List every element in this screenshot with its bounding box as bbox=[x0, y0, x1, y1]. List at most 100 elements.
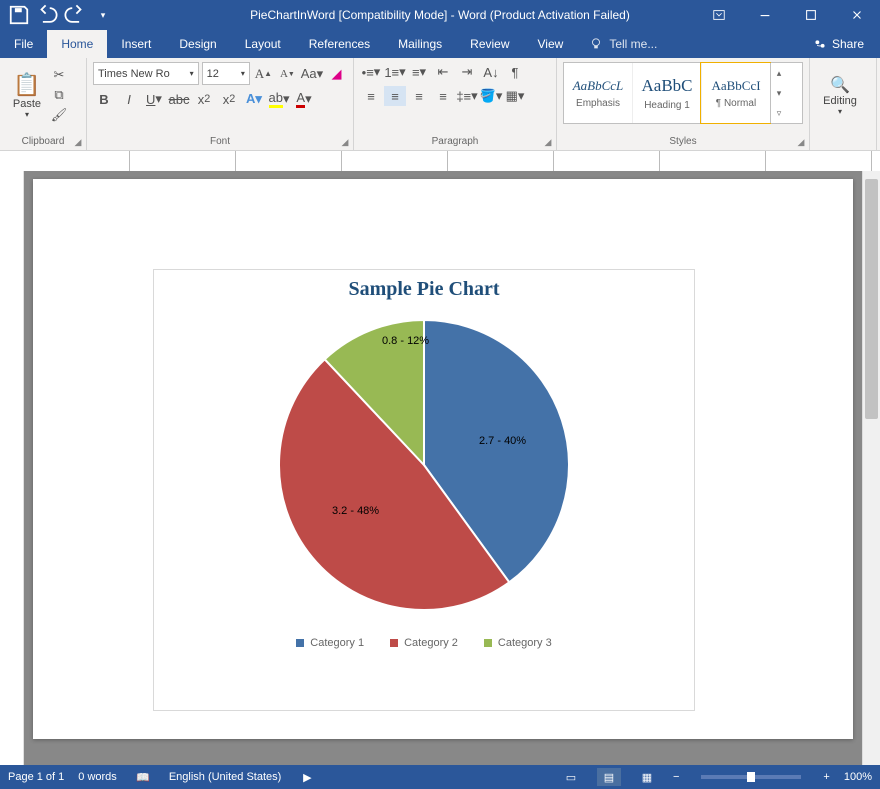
styles-gallery[interactable]: AaBbCcLEmphasisAaBbCHeading 1AaBbCcI¶ No… bbox=[563, 62, 803, 124]
redo-icon[interactable] bbox=[64, 4, 86, 26]
tab-insert[interactable]: Insert bbox=[107, 30, 165, 58]
align-left-icon: ≡ bbox=[367, 89, 375, 104]
document-area: Sample Pie Chart 2.7 - 40%3.2 - 48%0.8 -… bbox=[0, 151, 880, 765]
tab-file[interactable]: File bbox=[0, 30, 47, 58]
bullets-button[interactable]: •≡▾ bbox=[360, 62, 382, 82]
tab-review[interactable]: Review bbox=[456, 30, 523, 58]
strikethrough-button[interactable]: abc bbox=[168, 89, 190, 109]
styles-scroll-button[interactable]: ▴ bbox=[771, 63, 787, 83]
increase-indent-button[interactable]: ⇥ bbox=[456, 62, 478, 82]
tell-me-search[interactable]: Tell me... bbox=[589, 37, 657, 51]
styles-scroll-button[interactable]: ▿ bbox=[771, 103, 787, 123]
horizontal-ruler[interactable] bbox=[24, 151, 880, 172]
read-mode-button[interactable]: ▭ bbox=[559, 768, 583, 786]
italic-button[interactable]: I bbox=[118, 89, 140, 109]
cut-button[interactable]: ✂ bbox=[48, 65, 70, 85]
style-item[interactable]: AaBbCcI¶ Normal bbox=[701, 63, 770, 123]
save-icon[interactable] bbox=[8, 4, 30, 26]
decrease-indent-button[interactable]: ⇤ bbox=[432, 62, 454, 82]
share-button[interactable]: Share bbox=[803, 30, 874, 58]
minimize-button[interactable] bbox=[742, 0, 788, 30]
superscript-button[interactable]: x2 bbox=[218, 89, 240, 109]
paragraph-dialog-launcher[interactable]: ◢ bbox=[542, 136, 554, 148]
format-painter-button[interactable]: 🖌 bbox=[48, 105, 70, 125]
numbering-button[interactable]: 1≡▾ bbox=[384, 62, 406, 82]
maximize-button[interactable] bbox=[788, 0, 834, 30]
ribbon-options-icon[interactable] bbox=[696, 0, 742, 30]
font-color-button[interactable]: A▾ bbox=[293, 89, 315, 109]
chart-object[interactable]: Sample Pie Chart 2.7 - 40%3.2 - 48%0.8 -… bbox=[153, 269, 695, 711]
tab-mailings[interactable]: Mailings bbox=[384, 30, 456, 58]
vertical-ruler[interactable] bbox=[3, 171, 24, 765]
document-canvas[interactable]: Sample Pie Chart 2.7 - 40%3.2 - 48%0.8 -… bbox=[24, 171, 862, 765]
style-item[interactable]: AaBbCcLEmphasis bbox=[564, 63, 632, 123]
zoom-slider-thumb[interactable] bbox=[747, 772, 755, 782]
align-right-button[interactable]: ≡ bbox=[408, 86, 430, 106]
styles-scroll-button[interactable]: ▾ bbox=[771, 83, 787, 103]
borders-button[interactable]: ▦▾ bbox=[504, 86, 526, 106]
multilevel-list-button[interactable]: ≡▾ bbox=[408, 62, 430, 82]
title-bar: ▾ PieChartInWord [Compatibility Mode] - … bbox=[0, 0, 880, 30]
zoom-out-button[interactable]: − bbox=[673, 771, 679, 783]
legend-swatch bbox=[484, 639, 492, 647]
justify-icon: ≡ bbox=[439, 89, 447, 104]
legend-item: Category 3 bbox=[484, 637, 552, 649]
tab-view[interactable]: View bbox=[524, 30, 578, 58]
status-page[interactable]: Page 1 of 1 bbox=[8, 771, 64, 783]
group-label-styles: Styles bbox=[563, 134, 803, 150]
tab-home[interactable]: Home bbox=[47, 30, 107, 58]
font-dialog-launcher[interactable]: ◢ bbox=[339, 136, 351, 148]
justify-button[interactable]: ≡ bbox=[432, 86, 454, 106]
status-word-count[interactable]: 0 words bbox=[78, 771, 117, 783]
bold-button[interactable]: B bbox=[93, 89, 115, 109]
proofing-icon[interactable]: 📖 bbox=[131, 768, 155, 786]
find-icon: 🔍 bbox=[830, 75, 850, 95]
chart-title: Sample Pie Chart bbox=[154, 278, 694, 301]
zoom-level[interactable]: 100% bbox=[844, 771, 872, 783]
font-size-combo[interactable]: 12▾ bbox=[202, 62, 250, 85]
text-effects-button[interactable]: A▾ bbox=[243, 89, 265, 109]
shading-button[interactable]: 🪣▾ bbox=[480, 86, 502, 106]
macro-icon[interactable]: ▶ bbox=[295, 768, 319, 786]
qat-customize-icon[interactable]: ▾ bbox=[92, 4, 114, 26]
clipboard-dialog-launcher[interactable]: ◢ bbox=[72, 136, 84, 148]
font-family-combo[interactable]: Times New Ro▾ bbox=[93, 62, 199, 85]
close-button[interactable] bbox=[834, 0, 880, 30]
underline-button[interactable]: U▾ bbox=[143, 89, 165, 109]
change-case-button[interactable]: Aa▾ bbox=[301, 64, 323, 84]
undo-icon[interactable] bbox=[36, 4, 58, 26]
status-language[interactable]: English (United States) bbox=[169, 771, 282, 783]
tab-references[interactable]: References bbox=[295, 30, 384, 58]
sort-button[interactable]: A↓ bbox=[480, 62, 502, 82]
style-item[interactable]: AaBbCHeading 1 bbox=[632, 63, 701, 123]
legend-item: Category 2 bbox=[390, 637, 458, 649]
align-center-button[interactable]: ≡ bbox=[384, 86, 406, 106]
grow-font-button[interactable]: A▲ bbox=[253, 64, 274, 84]
copy-button[interactable]: ⧉ bbox=[48, 85, 70, 105]
chart-legend: Category 1Category 2Category 3 bbox=[154, 637, 694, 649]
page[interactable]: Sample Pie Chart 2.7 - 40%3.2 - 48%0.8 -… bbox=[33, 179, 853, 739]
subscript-button[interactable]: x2 bbox=[193, 89, 215, 109]
legend-swatch bbox=[390, 639, 398, 647]
numbering-icon: 1≡ bbox=[384, 65, 399, 80]
indent-icon: ⇥ bbox=[462, 64, 473, 80]
highlighter-icon: ab bbox=[269, 90, 283, 108]
highlight-button[interactable]: ab▾ bbox=[268, 89, 290, 109]
vertical-scrollbar[interactable] bbox=[862, 171, 880, 765]
zoom-slider[interactable] bbox=[701, 775, 801, 779]
editing-button[interactable]: 🔍 Editing ▾ bbox=[816, 62, 864, 128]
tab-design[interactable]: Design bbox=[165, 30, 230, 58]
paste-button[interactable]: 📋 Paste ▾ bbox=[6, 62, 48, 128]
scrollbar-thumb[interactable] bbox=[865, 179, 878, 419]
line-spacing-button[interactable]: ‡≡▾ bbox=[456, 86, 478, 106]
shrink-font-button[interactable]: A▼ bbox=[277, 64, 298, 84]
show-marks-button[interactable]: ¶ bbox=[504, 62, 526, 82]
clear-formatting-button[interactable]: ◢ bbox=[326, 64, 347, 84]
print-layout-button[interactable]: ▤ bbox=[597, 768, 621, 786]
pie-chart: 2.7 - 40%3.2 - 48%0.8 - 12% bbox=[274, 315, 574, 615]
web-layout-button[interactable]: ▦ bbox=[635, 768, 659, 786]
tab-layout[interactable]: Layout bbox=[231, 30, 295, 58]
align-left-button[interactable]: ≡ bbox=[360, 86, 382, 106]
styles-dialog-launcher[interactable]: ◢ bbox=[795, 136, 807, 148]
zoom-in-button[interactable]: + bbox=[823, 771, 829, 783]
